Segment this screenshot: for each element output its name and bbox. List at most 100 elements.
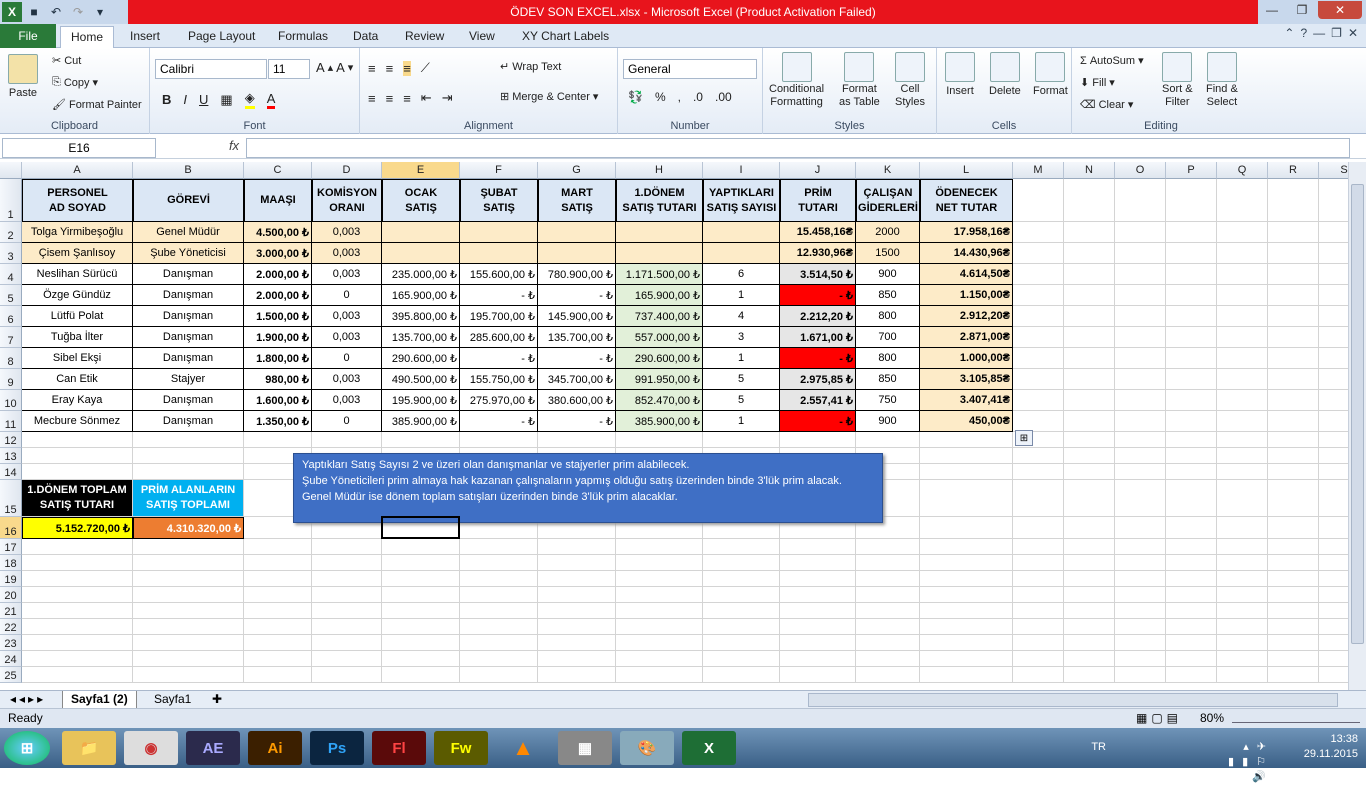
empty-cell[interactable] [1319, 480, 1348, 517]
table-cell[interactable]: 852.470,00 ₺ [616, 390, 703, 411]
empty-cell[interactable] [1268, 619, 1319, 635]
column-header[interactable]: Q [1217, 162, 1268, 179]
empty-cell[interactable] [1319, 411, 1348, 432]
empty-cell[interactable] [1115, 306, 1166, 327]
table-header-cell[interactable]: MART SATIŞ [538, 179, 616, 222]
empty-cell[interactable] [1064, 411, 1115, 432]
formula-input[interactable] [246, 138, 1350, 158]
explorer-icon[interactable]: 📁 [62, 731, 116, 765]
tab-page-layout[interactable]: Page Layout [178, 26, 265, 48]
empty-cell[interactable] [920, 539, 1013, 555]
empty-cell[interactable] [382, 539, 460, 555]
empty-cell[interactable] [1166, 651, 1217, 667]
table-cell[interactable]: - ₺ [538, 348, 616, 369]
table-cell[interactable]: 0,003 [312, 327, 382, 348]
empty-cell[interactable] [1166, 571, 1217, 587]
empty-cell[interactable] [1013, 285, 1064, 306]
comma-icon[interactable]: , [678, 90, 681, 104]
empty-cell[interactable] [1013, 264, 1064, 285]
empty-cell[interactable] [1319, 348, 1348, 369]
empty-cell[interactable] [1013, 480, 1064, 517]
empty-cell[interactable] [703, 571, 780, 587]
column-header[interactable]: F [460, 162, 538, 179]
empty-cell[interactable] [703, 619, 780, 635]
empty-cell[interactable] [920, 651, 1013, 667]
row-header[interactable]: 14 [0, 464, 22, 480]
after-effects-icon[interactable]: AE [186, 731, 240, 765]
table-cell[interactable]: 6 [703, 264, 780, 285]
empty-cell[interactable] [1115, 285, 1166, 306]
table-cell[interactable]: 3.514,50 ₺ [780, 264, 856, 285]
empty-cell[interactable] [1268, 264, 1319, 285]
insert-function-icon[interactable]: fx [224, 138, 244, 158]
empty-cell[interactable] [538, 587, 616, 603]
column-header[interactable]: C [244, 162, 312, 179]
empty-cell[interactable] [1268, 306, 1319, 327]
empty-cell[interactable] [1268, 651, 1319, 667]
table-cell[interactable]: 700 [856, 327, 920, 348]
paste-options-icon[interactable]: ⊞ [1015, 430, 1033, 446]
empty-cell[interactable] [1013, 306, 1064, 327]
empty-cell[interactable] [1013, 222, 1064, 243]
column-header[interactable]: R [1268, 162, 1319, 179]
empty-cell[interactable] [1013, 517, 1064, 539]
empty-cell[interactable] [920, 432, 1013, 448]
empty-cell[interactable] [1064, 464, 1115, 480]
column-header[interactable]: I [703, 162, 780, 179]
row-header[interactable]: 25 [0, 667, 22, 683]
table-cell[interactable]: 900 [856, 264, 920, 285]
empty-cell[interactable] [1064, 651, 1115, 667]
empty-cell[interactable] [1217, 667, 1268, 683]
empty-cell[interactable] [856, 539, 920, 555]
empty-cell[interactable] [312, 667, 382, 683]
number-format-combo[interactable]: General [623, 59, 757, 79]
empty-cell[interactable] [1319, 517, 1348, 539]
empty-cell[interactable] [856, 555, 920, 571]
row-header[interactable]: 12 [0, 432, 22, 448]
table-cell[interactable]: Danışman [133, 411, 244, 432]
empty-cell[interactable] [133, 635, 244, 651]
row-header[interactable]: 23 [0, 635, 22, 651]
column-header[interactable]: B [133, 162, 244, 179]
autosum-button[interactable]: Σ AutoSum ▾ [1080, 54, 1144, 68]
table-cell[interactable]: 1500 [856, 243, 920, 264]
empty-cell[interactable] [1166, 327, 1217, 348]
table-header-cell[interactable]: 1.DÖNEM SATIŞ TUTARI [616, 179, 703, 222]
format-as-table-button[interactable]: Format as Table [839, 52, 880, 108]
empty-cell[interactable] [1115, 222, 1166, 243]
empty-cell[interactable] [616, 587, 703, 603]
empty-cell[interactable] [1115, 635, 1166, 651]
empty-cell[interactable] [22, 587, 133, 603]
column-header[interactable]: D [312, 162, 382, 179]
row-header[interactable]: 24 [0, 651, 22, 667]
empty-cell[interactable] [920, 448, 1013, 464]
row-header[interactable]: 17 [0, 539, 22, 555]
empty-cell[interactable] [1319, 179, 1348, 222]
empty-cell[interactable] [616, 651, 703, 667]
empty-cell[interactable] [1268, 285, 1319, 306]
language-indicator[interactable]: TR [1091, 740, 1106, 755]
empty-cell[interactable] [1064, 243, 1115, 264]
empty-cell[interactable] [312, 539, 382, 555]
empty-cell[interactable] [1217, 243, 1268, 264]
empty-cell[interactable] [1268, 635, 1319, 651]
empty-cell[interactable] [1166, 222, 1217, 243]
empty-cell[interactable] [616, 619, 703, 635]
empty-cell[interactable] [920, 587, 1013, 603]
empty-cell[interactable] [460, 587, 538, 603]
empty-cell[interactable] [22, 571, 133, 587]
row-header[interactable]: 2 [0, 222, 22, 243]
empty-cell[interactable] [1319, 390, 1348, 411]
empty-cell[interactable] [1166, 555, 1217, 571]
table-header-cell[interactable]: PERSONEL AD SOYAD [22, 179, 133, 222]
table-cell[interactable]: 1.800,00 ₺ [244, 348, 312, 369]
empty-cell[interactable] [1115, 571, 1166, 587]
empty-cell[interactable] [244, 667, 312, 683]
table-cell[interactable]: 2.000,00 ₺ [244, 285, 312, 306]
paste-button[interactable]: Paste [8, 54, 38, 99]
table-cell[interactable]: 14.430,96₴ [920, 243, 1013, 264]
empty-cell[interactable] [1115, 327, 1166, 348]
row-header[interactable]: 20 [0, 587, 22, 603]
empty-cell[interactable] [1115, 264, 1166, 285]
empty-cell[interactable] [1217, 571, 1268, 587]
